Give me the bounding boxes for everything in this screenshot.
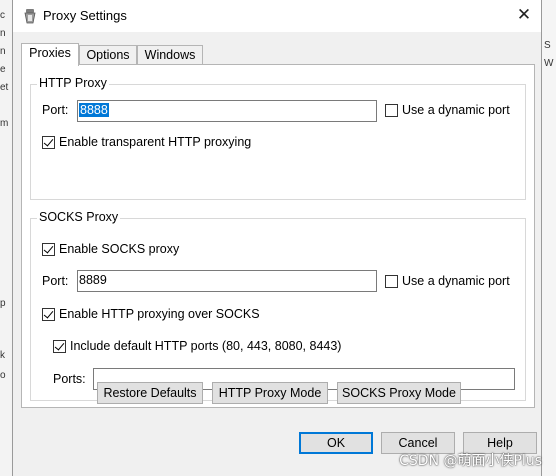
- http-proxy-group: HTTP Proxy Port: 8888 Use a dynamic port…: [30, 76, 526, 200]
- http-port-value: 8888: [79, 103, 109, 117]
- socks-port-input[interactable]: 8889: [77, 270, 377, 292]
- enable-socks-checkbox[interactable]: [42, 243, 55, 256]
- background-text: n: [0, 28, 6, 39]
- transparent-proxy-label[interactable]: Enable transparent HTTP proxying: [59, 135, 251, 149]
- restore-defaults-button[interactable]: Restore Defaults: [97, 382, 203, 404]
- include-default-ports-checkbox[interactable]: [53, 340, 66, 353]
- include-default-ports-label[interactable]: Include default HTTP ports (80, 443, 808…: [70, 339, 341, 353]
- enable-socks-label[interactable]: Enable SOCKS proxy: [59, 242, 179, 256]
- socks-proxy-group-label: SOCKS Proxy: [37, 210, 121, 224]
- background-text: c: [0, 10, 5, 21]
- tab-options[interactable]: Options: [79, 45, 137, 65]
- http-dynamic-port-label[interactable]: Use a dynamic port: [402, 103, 510, 117]
- background-text: n: [0, 46, 6, 57]
- proxy-settings-dialog: Proxy Settings ✕ Proxies Options Windows…: [12, 0, 542, 476]
- background-text: o: [0, 370, 6, 381]
- http-over-socks-checkbox[interactable]: [42, 308, 55, 321]
- http-over-socks-label[interactable]: Enable HTTP proxying over SOCKS: [59, 307, 260, 321]
- dialog-body: Proxies Options Windows HTTP Proxy Port:…: [13, 32, 541, 476]
- tab-proxies[interactable]: Proxies: [21, 43, 79, 66]
- ok-button[interactable]: OK: [299, 432, 373, 454]
- socks-port-label: Port:: [42, 274, 69, 288]
- http-proxy-group-label: HTTP Proxy: [37, 76, 109, 90]
- background-window-right: S W: [541, 0, 556, 476]
- http-dynamic-port-checkbox[interactable]: [385, 104, 398, 117]
- tab-windows[interactable]: Windows: [137, 45, 203, 65]
- transparent-proxy-checkbox[interactable]: [42, 136, 55, 149]
- proxies-tab-panel: HTTP Proxy Port: 8888 Use a dynamic port…: [21, 64, 535, 408]
- window-title: Proxy Settings: [43, 8, 127, 23]
- socks-proxy-group: SOCKS Proxy Enable SOCKS proxy Port: 888…: [30, 210, 526, 401]
- background-text: p: [0, 298, 6, 309]
- background-text: W: [544, 58, 554, 69]
- background-text: e: [0, 64, 6, 75]
- background-text: et: [0, 82, 9, 93]
- ports-label: Ports:: [53, 372, 86, 386]
- socks-dynamic-port-checkbox[interactable]: [385, 275, 398, 288]
- socks-port-value: 8889: [79, 273, 107, 287]
- background-text: m: [0, 118, 9, 129]
- background-text: k: [0, 350, 5, 361]
- app-icon: [24, 9, 36, 24]
- background-text: S: [544, 40, 551, 51]
- title-bar[interactable]: Proxy Settings ✕: [13, 0, 541, 32]
- socks-dynamic-port-label[interactable]: Use a dynamic port: [402, 274, 510, 288]
- http-proxy-mode-button[interactable]: HTTP Proxy Mode: [212, 382, 328, 404]
- http-port-label: Port:: [42, 103, 69, 117]
- socks-proxy-mode-button[interactable]: SOCKS Proxy Mode: [337, 382, 461, 404]
- close-icon[interactable]: ✕: [513, 4, 535, 26]
- watermark-text: CSDN @萌面小侠Plus: [399, 453, 542, 469]
- http-port-input[interactable]: 8888: [77, 100, 377, 122]
